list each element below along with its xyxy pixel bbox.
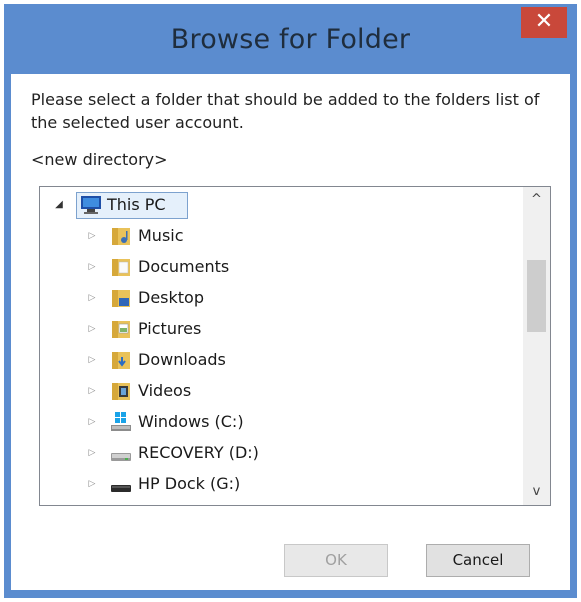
- tree-item-label: Desktop: [138, 288, 204, 307]
- tree-item-pictures[interactable]: ▷ Pictures: [40, 313, 520, 344]
- browse-folder-dialog: Browse for Folder ✕ Please select a fold…: [4, 4, 577, 598]
- tree-item-documents[interactable]: ▷ Documents: [40, 251, 520, 282]
- title-bar[interactable]: Browse for Folder ✕: [4, 4, 577, 74]
- music-folder-icon: [110, 225, 132, 247]
- tree-item-hp-dock-g[interactable]: ▷ HP Dock (G:): [40, 468, 520, 499]
- drive-icon: [110, 442, 132, 464]
- cancel-button[interactable]: Cancel: [426, 544, 530, 577]
- close-button[interactable]: ✕: [521, 7, 567, 38]
- tree-item-desktop[interactable]: ▷ Desktop: [40, 282, 520, 313]
- expand-arrow-icon[interactable]: ▷: [87, 478, 97, 490]
- tree-item-music[interactable]: ▷ Music: [40, 220, 520, 251]
- vertical-scrollbar[interactable]: ^ v: [523, 187, 550, 505]
- tree-item-label: RECOVERY (D:): [138, 443, 259, 462]
- instruction-text: Please select a folder that should be ad…: [31, 90, 540, 132]
- removable-drive-icon: [110, 473, 132, 495]
- tree-item-label: Downloads: [138, 350, 226, 369]
- tree-item-label: HP Dock (G:): [138, 474, 241, 493]
- tree-item-label: Pictures: [138, 319, 202, 338]
- tree-item-label: Music: [138, 226, 184, 245]
- folder-tree[interactable]: ◢ This PC ▷ Music ▷ Documents ▷ Desktop …: [39, 186, 551, 506]
- videos-folder-icon: [110, 380, 132, 402]
- collapse-arrow-icon[interactable]: ◢: [54, 199, 64, 211]
- expand-arrow-icon[interactable]: ▷: [87, 447, 97, 459]
- tree-item-label: Windows (C:): [138, 412, 244, 431]
- dialog-body: Please select a folder that should be ad…: [11, 74, 570, 590]
- expand-arrow-icon[interactable]: ▷: [87, 323, 97, 335]
- ok-button[interactable]: OK: [284, 544, 388, 577]
- scroll-up-button[interactable]: ^: [523, 187, 550, 213]
- tree-item-recovery-d[interactable]: ▷ RECOVERY (D:): [40, 437, 520, 468]
- expand-arrow-icon[interactable]: ▷: [87, 230, 97, 242]
- tree-item-label: Videos: [138, 381, 192, 400]
- expand-arrow-icon[interactable]: ▷: [87, 354, 97, 366]
- expand-arrow-icon[interactable]: ▷: [87, 385, 97, 397]
- windows-drive-icon: [110, 411, 132, 433]
- selected-path-label: <new directory>: [31, 150, 168, 169]
- tree-item-label: Documents: [138, 257, 230, 276]
- tree-item-this-pc[interactable]: ◢ This PC: [40, 189, 520, 220]
- expand-arrow-icon[interactable]: ▷: [87, 292, 97, 304]
- tree-item-videos[interactable]: ▷ Videos: [40, 375, 520, 406]
- scroll-thumb[interactable]: [527, 260, 546, 332]
- dialog-title: Browse for Folder: [170, 24, 411, 55]
- tree-item-windows-c[interactable]: ▷ Windows (C:): [40, 406, 520, 437]
- scroll-down-button[interactable]: v: [523, 479, 550, 505]
- expand-arrow-icon[interactable]: ▷: [87, 261, 97, 273]
- pictures-folder-icon: [110, 318, 132, 340]
- expand-arrow-icon[interactable]: ▷: [87, 416, 97, 428]
- downloads-folder-icon: [110, 349, 132, 371]
- tree-item-label: This PC: [107, 195, 166, 214]
- documents-folder-icon: [110, 256, 132, 278]
- desktop-folder-icon: [110, 287, 132, 309]
- tree-item-downloads[interactable]: ▷ Downloads: [40, 344, 520, 375]
- computer-icon: [80, 194, 102, 216]
